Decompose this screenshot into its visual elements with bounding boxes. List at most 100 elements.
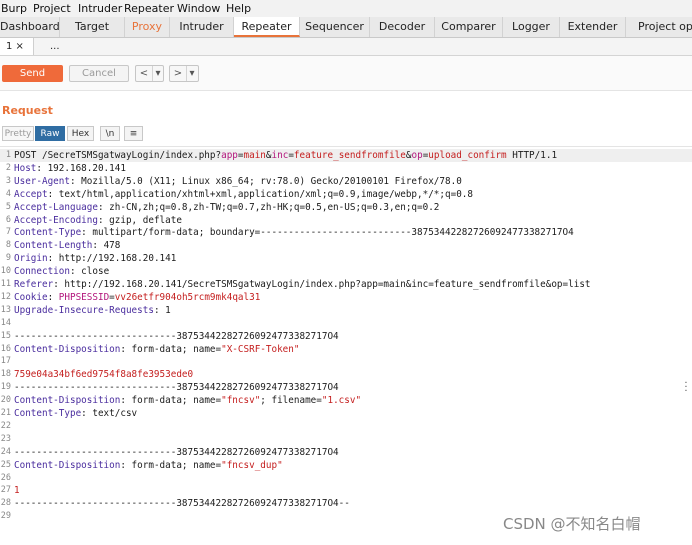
repeater-tab-1[interactable]: 1 × [0, 38, 34, 55]
request-line: 27 1 [0, 484, 692, 497]
request-token: User-Agent [14, 175, 70, 187]
tab-sequencer[interactable]: Sequencer [300, 17, 370, 37]
history-forward-button[interactable]: > ▾ [169, 65, 199, 82]
tab-repeater[interactable]: Repeater [234, 17, 300, 37]
cancel-button[interactable]: Cancel [69, 65, 129, 82]
request-line: 4 Accept: text/html,application/xhtml+xml… [0, 188, 692, 201]
request-token: : http://192.168.20.141 [47, 253, 177, 265]
request-line: 23 [0, 433, 692, 446]
request-token: vv26etfr904oh5rcm9mk4qal31 [114, 291, 261, 303]
request-token: op [411, 150, 423, 161]
menu-bar: Burp Project Intruder Repeater Window He… [0, 0, 692, 17]
request-line-text: POST /SecreTSMSgatwayLogin/index.php?app… [14, 149, 557, 162]
request-line-text: Upgrade-Insecure-Requests: 1 [14, 304, 171, 317]
request-token: Upgrade-Insecure-Requests [14, 304, 154, 316]
request-token: : Mozilla/5.0 (X11; Linux x86_64; rv:78.… [69, 175, 462, 187]
menu-help[interactable]: Help [226, 2, 251, 15]
request-token: -----------------------------38753442282… [14, 382, 339, 394]
back-dropdown-icon[interactable]: ▾ [152, 66, 163, 81]
request-token: Content-Disposition [14, 459, 121, 471]
menu-repeater[interactable]: Repeater [124, 2, 174, 15]
tab-dashboard[interactable]: Dashboard [0, 17, 60, 37]
vertical-dots-icon[interactable]: · · · [684, 379, 688, 397]
request-token: upload_confirm [428, 150, 507, 161]
request-line: 25 Content-Disposition: form-data; name="… [0, 459, 692, 472]
line-number: 25 [0, 459, 11, 470]
request-line-text: Host: 192.168.20.141 [14, 162, 126, 175]
send-button[interactable]: Send [2, 65, 63, 82]
history-back-button[interactable]: < ▾ [135, 65, 164, 82]
request-token: Content-Length [14, 240, 93, 252]
request-token: : form-data; name= [120, 459, 222, 471]
new-repeater-tab[interactable]: ... [44, 38, 66, 55]
forward-dropdown-icon[interactable]: ▾ [186, 66, 197, 81]
request-line: 6 Accept-Encoding: gzip, deflate [0, 214, 692, 227]
request-line-text: Content-Type: text/csv [14, 407, 137, 420]
request-line-text: Content-Type: multipart/form-data; bound… [14, 226, 574, 239]
request-line: 21 Content-Type: text/csv [0, 407, 692, 420]
request-line: 3 User-Agent: Mozilla/5.0 (X11; Linux x86… [0, 175, 692, 188]
pretty-view-button[interactable]: Pretty [2, 126, 34, 141]
line-number: 19 [0, 382, 11, 393]
tab-proxy[interactable]: Proxy [125, 17, 170, 37]
request-token: : 478 [92, 240, 121, 252]
line-number: 15 [0, 330, 11, 341]
line-number: 3 [5, 175, 11, 186]
request-token: inc [271, 150, 289, 161]
tab-comparer[interactable]: Comparer [435, 17, 503, 37]
request-token: "fncsv_dup" [221, 459, 283, 471]
line-number: 29 [0, 511, 11, 522]
request-token: : http://192.168.20.141/SecreTSMSgatwayL… [53, 279, 591, 290]
request-line: 8 Content-Length: 478 [0, 239, 692, 252]
newline-toggle-button[interactable]: \n [100, 126, 120, 141]
request-line-text: Connection: close [14, 265, 109, 278]
line-number: 8 [5, 240, 11, 251]
request-line: 15 -----------------------------387534422… [0, 330, 692, 343]
request-editor[interactable]: 1 POST /SecreTSMSgatwayLogin/index.php?ap… [0, 149, 692, 545]
tab-project-options[interactable]: Project options [626, 17, 692, 37]
request-line: 1 POST /SecreTSMSgatwayLogin/index.php?ap… [0, 149, 692, 162]
menu-intruder[interactable]: Intruder [78, 2, 122, 15]
request-line: 7 Content-Type: multipart/form-data; boun… [0, 226, 692, 239]
request-line-text: Content-Disposition: form-data; name="fn… [14, 459, 283, 472]
request-line-text: Accept: text/html,application/xhtml+xml,… [14, 188, 473, 201]
request-line: 20 Content-Disposition: form-data; name="… [0, 394, 692, 407]
request-line-text: -----------------------------38753442282… [14, 330, 339, 343]
request-token: Origin [14, 253, 48, 265]
raw-view-button[interactable]: Raw [35, 126, 65, 141]
request-token: Referer [14, 279, 54, 290]
request-line: 18 759e04a34bf6ed9754f8a8fe3953ede0 [0, 368, 692, 381]
tab-decoder[interactable]: Decoder [370, 17, 435, 37]
tab-intruder[interactable]: Intruder [170, 17, 234, 37]
request-token: : zh-CN,zh;q=0.8,zh-TW;q=0.7,zh-HK;q=0.5… [97, 201, 440, 213]
line-number: 2 [5, 162, 11, 173]
menu-lines-icon[interactable]: ≡ [124, 126, 143, 141]
request-token: ; filename= [260, 395, 322, 407]
request-line: 13 Upgrade-Insecure-Requests: 1 [0, 304, 692, 317]
tab-extender[interactable]: Extender [560, 17, 626, 37]
line-number: 5 [5, 201, 11, 212]
line-number: 26 [0, 472, 11, 483]
line-number: 14 [0, 317, 11, 328]
line-number: 18 [0, 369, 11, 380]
request-token: Accept-Encoding [14, 214, 98, 226]
line-number: 13 [0, 304, 11, 315]
request-token: feature_sendfromfile [293, 150, 406, 161]
line-number: 24 [0, 446, 11, 457]
request-token: -----------------------------38753442282… [14, 330, 339, 342]
request-line: 17 [0, 355, 692, 368]
tab-target[interactable]: Target [60, 17, 125, 37]
request-token: POST /SecreTSMSgatwayLogin/index.php? [14, 150, 222, 161]
hex-view-button[interactable]: Hex [67, 126, 94, 141]
tab-logger[interactable]: Logger [503, 17, 560, 37]
line-number: 7 [5, 227, 11, 238]
menu-project[interactable]: Project [33, 2, 71, 15]
line-number: 10 [0, 266, 11, 277]
request-token: Connection [14, 266, 70, 278]
line-number: 11 [0, 279, 11, 289]
request-token: Content-Type [14, 408, 82, 419]
menu-window[interactable]: Window [177, 2, 220, 15]
line-number: 27 [0, 485, 11, 496]
menu-burp[interactable]: Burp [1, 2, 27, 15]
line-number: 17 [0, 356, 11, 367]
